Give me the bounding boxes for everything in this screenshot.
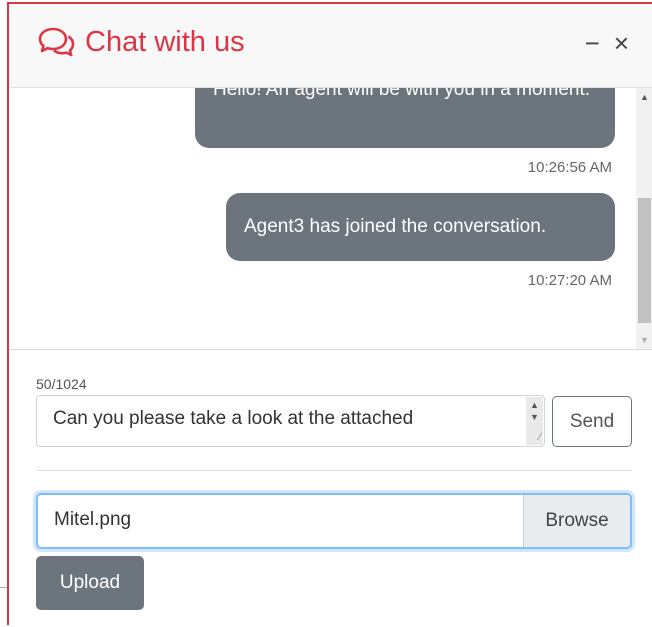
chat-window: Chat with us − × Hello! An agent will be… bbox=[7, 2, 652, 627]
chat-title-text: Chat with us bbox=[85, 26, 245, 58]
message-timestamp: 10:27:20 AM bbox=[527, 272, 612, 289]
character-counter: 50/1024 bbox=[36, 376, 87, 392]
file-picker[interactable]: Mitel.png Browse bbox=[36, 493, 632, 549]
message-scrollbar[interactable]: ▲ ▼ bbox=[636, 88, 652, 349]
compose-area: 50/1024 Can you please take a look at th… bbox=[9, 350, 652, 627]
chat-bubbles-icon bbox=[38, 27, 75, 56]
chat-header: Chat with us − × bbox=[9, 4, 652, 88]
message-list[interactable]: Hello! An agent will be with you in a mo… bbox=[9, 88, 652, 350]
chat-title: Chat with us bbox=[37, 26, 245, 59]
scroll-down-arrow-icon[interactable]: ▼ bbox=[636, 333, 652, 347]
file-name-field[interactable]: Mitel.png bbox=[38, 495, 523, 547]
upload-button[interactable]: Upload bbox=[36, 556, 144, 610]
textarea-spinner[interactable]: ▲ ▼ ⁄ bbox=[526, 397, 543, 445]
message-bubble: Agent3 has joined the conversation. bbox=[226, 193, 615, 261]
compose-divider bbox=[36, 470, 632, 471]
resize-grip-icon[interactable]: ⁄ bbox=[539, 431, 541, 443]
window-controls: − × bbox=[585, 30, 629, 56]
spinner-down-icon[interactable]: ▼ bbox=[526, 412, 543, 422]
scroll-up-arrow-icon[interactable]: ▲ bbox=[636, 90, 652, 104]
close-button[interactable]: × bbox=[614, 30, 629, 56]
minimize-button[interactable]: − bbox=[585, 30, 600, 56]
page-edge-tick bbox=[0, 587, 7, 588]
message-timestamp: 10:26:56 AM bbox=[527, 159, 612, 176]
message-bubble: Hello! An agent will be with you in a mo… bbox=[195, 88, 615, 148]
browse-button[interactable]: Browse bbox=[523, 495, 630, 547]
message-input[interactable]: Can you please take a look at the attach… bbox=[36, 395, 545, 447]
spinner-up-icon[interactable]: ▲ bbox=[526, 400, 543, 410]
scroll-thumb[interactable] bbox=[638, 198, 651, 323]
send-button[interactable]: Send bbox=[552, 396, 632, 447]
